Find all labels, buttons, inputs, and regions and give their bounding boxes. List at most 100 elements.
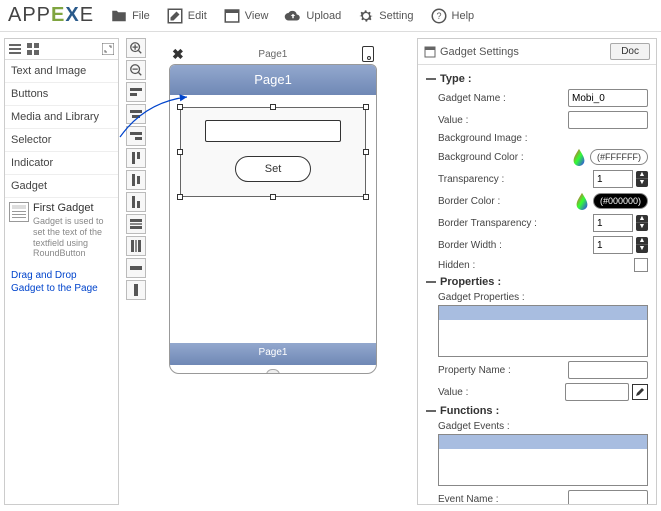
color-picker-icon[interactable] xyxy=(571,148,587,166)
prop-label: Hidden : xyxy=(438,260,475,271)
window-icon xyxy=(223,7,241,25)
prop-label: Property Name : xyxy=(438,365,511,376)
settings-title: Gadget Settings xyxy=(440,46,519,58)
align-tool-2[interactable] xyxy=(126,104,146,124)
category-text-image[interactable]: Text and Image xyxy=(5,60,118,83)
design-canvas[interactable]: ✖ Page1 Page1 Set Page1 xyxy=(155,38,409,505)
menu-view[interactable]: View xyxy=(223,7,269,25)
gadget-round-button[interactable]: Set xyxy=(235,156,311,182)
stepper[interactable]: ▲▼ xyxy=(636,171,648,187)
prop-label: Event Name : xyxy=(438,494,499,505)
menu-edit[interactable]: Edit xyxy=(166,7,207,25)
menu-help[interactable]: ?Help xyxy=(430,7,475,25)
menu-setting[interactable]: Setting xyxy=(357,7,413,25)
drag-drop-hint: Drag and Drop Gadget to the Page xyxy=(5,263,118,301)
gadget-name-input[interactable] xyxy=(568,89,648,107)
category-gadget[interactable]: Gadget xyxy=(5,175,118,198)
gadget-thumb-icon xyxy=(9,202,29,222)
section-label: Functions : xyxy=(440,405,499,417)
stepper[interactable]: ▲▼ xyxy=(636,215,648,231)
listbox-header xyxy=(439,306,647,320)
gear-icon xyxy=(357,7,375,25)
zoom-out-button[interactable] xyxy=(126,60,146,80)
value-input[interactable] xyxy=(568,111,648,129)
align-tool-5[interactable] xyxy=(126,170,146,190)
grid-view-icon[interactable] xyxy=(26,42,40,56)
menu-file[interactable]: File xyxy=(110,7,150,25)
border-color-value: (#000000) xyxy=(593,193,648,209)
prop-label: Background Color : xyxy=(438,152,524,163)
selected-gadget[interactable]: Set xyxy=(180,107,366,197)
color-picker-icon[interactable] xyxy=(574,192,590,210)
prop-label: Value : xyxy=(438,115,468,126)
page-footer: Page1 xyxy=(170,343,376,365)
close-page-button[interactable]: ✖ xyxy=(172,46,184,63)
resize-handle[interactable] xyxy=(363,194,369,200)
main-area: Text and Image Buttons Media and Library… xyxy=(0,32,661,511)
doc-button[interactable]: Doc xyxy=(610,43,650,60)
list-view-icon[interactable] xyxy=(8,42,22,56)
panel-icon xyxy=(424,46,436,58)
svg-text:?: ? xyxy=(436,11,441,21)
align-tool-8[interactable] xyxy=(126,236,146,256)
collapse-icon xyxy=(426,281,436,283)
gadget-settings-panel: Gadget Settings Doc Type : Gadget Name :… xyxy=(417,38,657,505)
align-tool-1[interactable] xyxy=(126,82,146,102)
resize-handle[interactable] xyxy=(270,104,276,110)
align-tool-7[interactable] xyxy=(126,214,146,234)
section-header[interactable]: Functions : xyxy=(426,405,648,417)
settings-header: Gadget Settings Doc xyxy=(418,39,656,65)
menu-upload[interactable]: Upload xyxy=(284,7,341,25)
resize-handle[interactable] xyxy=(270,194,276,200)
property-value-input[interactable] xyxy=(565,383,629,401)
transparency-input[interactable] xyxy=(593,170,633,188)
section-label: Type : xyxy=(440,73,472,85)
section-header[interactable]: Type : xyxy=(426,73,648,85)
app-logo: APPEXE xyxy=(8,4,94,27)
align-tool-9[interactable] xyxy=(126,258,146,278)
resize-handle[interactable] xyxy=(177,194,183,200)
category-buttons[interactable]: Buttons xyxy=(5,83,118,106)
page-header: Page1 xyxy=(170,65,376,95)
page-tabbar: ✖ Page1 xyxy=(169,44,377,64)
gadget-item[interactable]: First Gadget Gadget is used to set the t… xyxy=(5,198,118,263)
hidden-checkbox[interactable] xyxy=(634,258,648,272)
resize-handle[interactable] xyxy=(177,149,183,155)
gadget-textfield[interactable] xyxy=(205,120,341,142)
event-name-input[interactable] xyxy=(568,490,648,505)
logo-text: APP xyxy=(8,4,51,26)
gadget-desc: Gadget is used to set the text of the te… xyxy=(33,216,114,259)
edit-value-button[interactable] xyxy=(632,384,648,400)
home-indicator xyxy=(266,369,280,374)
events-listbox[interactable] xyxy=(438,434,648,486)
border-width-input[interactable] xyxy=(593,236,633,254)
category-selector[interactable]: Selector xyxy=(5,129,118,152)
resize-handle[interactable] xyxy=(363,149,369,155)
prop-label: Border Color : xyxy=(438,196,500,207)
stepper[interactable]: ▲▼ xyxy=(636,237,648,253)
align-tool-10[interactable] xyxy=(126,280,146,300)
help-icon: ? xyxy=(430,7,448,25)
listbox-header xyxy=(439,435,647,449)
zoom-in-button[interactable] xyxy=(126,38,146,58)
logo-text: E xyxy=(51,4,65,26)
align-tool-3[interactable] xyxy=(126,126,146,146)
top-menubar: APPEXE File Edit View Upload Setting ?He… xyxy=(0,0,661,32)
prop-label: Border Width : xyxy=(438,240,502,251)
page-tab-label: Page1 xyxy=(184,49,362,60)
category-indicator[interactable]: Indicator xyxy=(5,152,118,175)
property-name-input[interactable] xyxy=(568,361,648,379)
device-icon[interactable] xyxy=(362,46,374,62)
align-tool-6[interactable] xyxy=(126,192,146,212)
border-transparency-input[interactable] xyxy=(593,214,633,232)
section-header[interactable]: Properties : xyxy=(426,276,648,288)
align-tool-4[interactable] xyxy=(126,148,146,168)
edit-icon xyxy=(166,7,184,25)
resize-handle[interactable] xyxy=(177,104,183,110)
properties-listbox[interactable] xyxy=(438,305,648,357)
category-media-library[interactable]: Media and Library xyxy=(5,106,118,129)
menu-label: View xyxy=(245,10,269,22)
expand-icon[interactable] xyxy=(101,42,115,56)
logo-text: E xyxy=(80,4,94,26)
resize-handle[interactable] xyxy=(363,104,369,110)
